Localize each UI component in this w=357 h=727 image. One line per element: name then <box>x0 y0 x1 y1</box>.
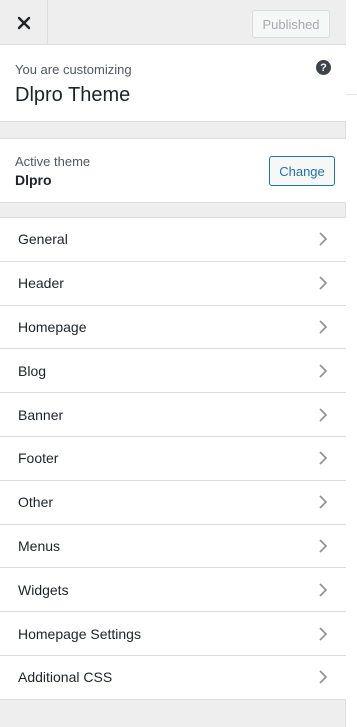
help-icon[interactable]: ? <box>316 60 331 75</box>
section-footer[interactable]: Footer <box>0 436 346 481</box>
section-label: Homepage Settings <box>18 625 141 642</box>
active-theme-label: Active theme <box>15 154 91 169</box>
section-label: Footer <box>18 450 59 467</box>
section-other[interactable]: Other <box>0 480 346 525</box>
section-homepage-settings[interactable]: Homepage Settings <box>0 612 346 656</box>
change-theme-button[interactable]: Change <box>269 156 335 186</box>
section-label: Additional CSS <box>18 669 113 686</box>
customizing-info: You are customizing Dlpro Theme ? <box>0 45 346 122</box>
section-label: Other <box>18 494 54 511</box>
chevron-right-icon <box>319 320 328 334</box>
chevron-right-icon <box>319 539 328 553</box>
section-label: Blog <box>18 362 47 379</box>
section-label: Widgets <box>18 581 69 598</box>
chevron-right-icon <box>319 451 328 465</box>
section-header[interactable]: Header <box>0 261 346 306</box>
customizer-header: Published <box>0 0 346 45</box>
section-label: Banner <box>18 406 64 423</box>
chevron-right-icon <box>319 583 328 597</box>
section-widgets[interactable]: Widgets <box>0 568 346 613</box>
chevron-right-icon <box>319 495 328 509</box>
theme-title: Dlpro Theme <box>15 84 131 106</box>
section-label: General <box>18 231 68 248</box>
active-theme-name: Dlpro <box>15 172 52 188</box>
customizing-label: You are customizing <box>15 62 132 77</box>
published-button[interactable]: Published <box>252 10 330 38</box>
section-menus[interactable]: Menus <box>0 524 346 569</box>
preview-area <box>346 0 357 727</box>
preview-divider <box>346 94 357 95</box>
section-label: Header <box>18 275 64 292</box>
active-theme-section: Active theme Dlpro Change <box>0 138 346 203</box>
chevron-right-icon <box>319 408 328 422</box>
chevron-right-icon <box>319 626 328 641</box>
customizer-sections: General Header Homepage Blog Banner Foot… <box>0 217 346 700</box>
section-label: Homepage <box>18 318 87 335</box>
section-banner[interactable]: Banner <box>0 393 346 437</box>
chevron-right-icon <box>319 232 328 246</box>
section-general[interactable]: General <box>0 218 346 262</box>
chevron-right-icon <box>319 670 328 684</box>
chevron-right-icon <box>319 276 328 290</box>
chevron-right-icon <box>319 364 328 378</box>
close-button[interactable] <box>0 0 48 45</box>
close-icon <box>17 16 30 29</box>
section-additional-css[interactable]: Additional CSS <box>0 655 346 700</box>
section-homepage[interactable]: Homepage <box>0 305 346 350</box>
section-blog[interactable]: Blog <box>0 349 346 394</box>
section-label: Menus <box>18 537 61 554</box>
customizer-panel: Published You are customizing Dlpro Them… <box>0 0 346 727</box>
